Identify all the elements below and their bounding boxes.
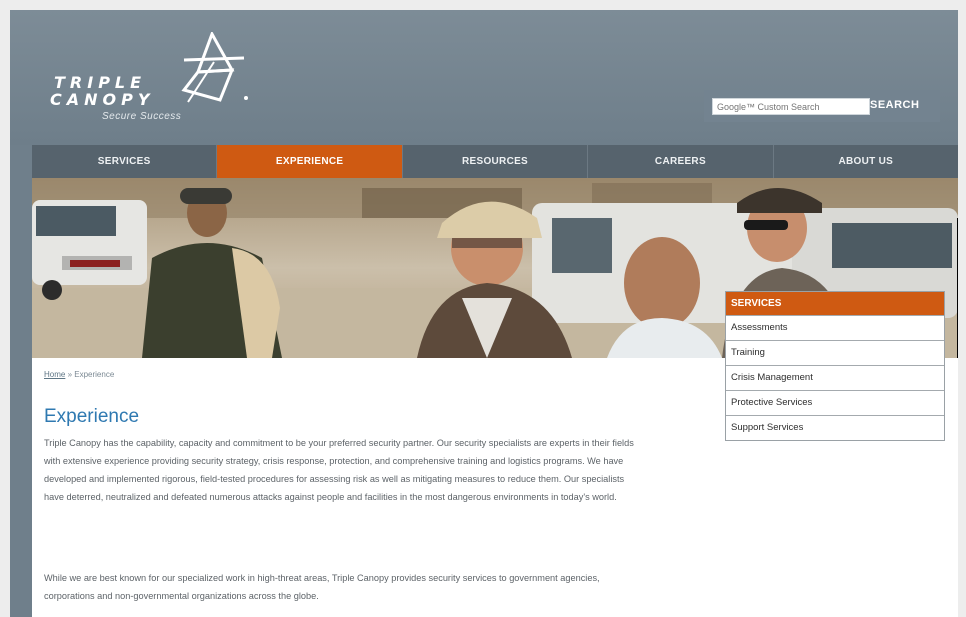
breadcrumb-home-link[interactable]: Home — [44, 370, 65, 379]
logo-line-2: CANOPY — [50, 90, 155, 109]
triple-canopy-logo[interactable]: TRIPLE CANOPY Secure Success — [48, 32, 268, 142]
nav-experience[interactable]: EXPERIENCE — [217, 145, 403, 178]
nav-careers[interactable]: CAREERS — [588, 145, 774, 178]
nav-about-us[interactable]: ABOUT US — [774, 145, 958, 178]
star-logo-icon — [181, 32, 248, 103]
search-input[interactable] — [712, 98, 870, 115]
nav-services[interactable]: SERVICES — [32, 145, 218, 178]
browser-viewport: TRIPLE CANOPY Secure Success SEARCH SERV… — [10, 10, 958, 617]
submenu-item-training[interactable]: Training — [726, 340, 944, 365]
submenu-item-support-services[interactable]: Support Services — [726, 415, 944, 440]
logo-wordmark: TRIPLE CANOPY — [50, 74, 154, 108]
search-button[interactable]: SEARCH — [870, 99, 919, 111]
intro-paragraph: Triple Canopy has the capability, capaci… — [44, 438, 634, 502]
submenu-item-assessments[interactable]: Assessments — [726, 315, 944, 340]
site-header: TRIPLE CANOPY Secure Success SEARCH — [10, 10, 958, 145]
search-area: SEARCH — [704, 90, 940, 122]
breadcrumb-separator: » — [65, 370, 75, 379]
submenu-item-protective-services[interactable]: Protective Services — [726, 390, 944, 415]
page-title: Experience — [44, 406, 140, 427]
logo-tagline: Secure Success — [102, 111, 182, 122]
submenu-item-crisis-management[interactable]: Crisis Management — [726, 365, 944, 390]
breadcrumb-current: Experience — [74, 370, 115, 379]
services-submenu: SERVICES Assessments Training Crisis Man… — [725, 291, 945, 441]
second-paragraph: While we are best known for our speciali… — [44, 573, 600, 601]
nav-resources[interactable]: RESOURCES — [403, 145, 589, 178]
submenu-heading[interactable]: SERVICES — [726, 292, 944, 315]
main-nav: SERVICES EXPERIENCE RESOURCES CAREERS AB… — [32, 145, 958, 178]
breadcrumb: Home » Experience — [44, 370, 114, 379]
